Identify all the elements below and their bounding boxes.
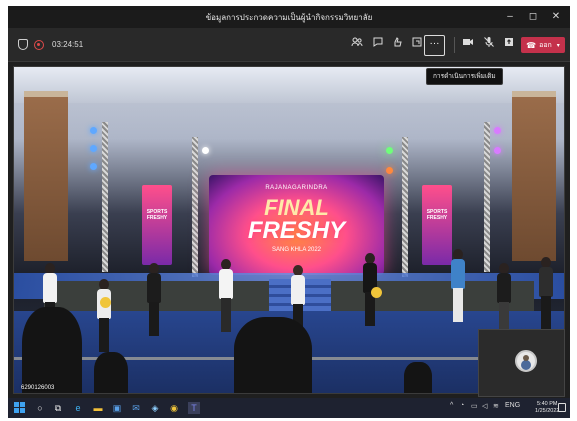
title-bar: ข้อมูลการประกวดความเป็นผู้นำกิจกรรมวิทยา… — [8, 6, 570, 28]
leave-button[interactable]: ☎ ออก ▾ — [521, 37, 565, 53]
performer — [142, 263, 166, 339]
minimize-button[interactable]: – — [501, 9, 519, 25]
window-title: ข้อมูลการประกวดความเป็นผู้นำกิจกรรมวิทยา… — [205, 13, 373, 22]
stage-light — [386, 147, 393, 154]
audience-silhouette — [404, 362, 432, 393]
banner-text: SPORTS FRESHY — [146, 209, 168, 221]
stage-light — [386, 167, 393, 174]
meeting-toolbar: 03:24:51 ··· ☎ ออก ▾ — [8, 28, 570, 62]
screen-subtitle: RAJANAGARINDRA — [265, 185, 328, 191]
maximize-button[interactable]: ◻ — [524, 9, 542, 25]
meeting-timer: 03:24:51 — [52, 40, 84, 49]
audience-silhouette — [234, 317, 312, 393]
performer — [92, 279, 116, 355]
close-button[interactable]: ✕ — [547, 9, 565, 25]
light-truss — [192, 137, 198, 277]
toolbar-divider — [454, 37, 455, 53]
share-icon[interactable] — [500, 36, 518, 54]
task-view-icon[interactable]: ⧉ — [52, 402, 64, 414]
volume-icon[interactable]: ◁ — [482, 402, 487, 410]
left-pillar — [24, 91, 68, 261]
store-icon[interactable]: ▣ — [111, 402, 123, 414]
search-icon[interactable]: ○ — [34, 402, 46, 414]
performer — [492, 263, 516, 339]
ball — [371, 287, 382, 298]
stage-light — [202, 147, 209, 154]
camera-icon[interactable] — [459, 36, 477, 54]
audience-silhouette — [22, 307, 82, 393]
windows-start-icon[interactable] — [14, 402, 26, 414]
file-explorer-icon[interactable]: ▬ — [92, 402, 104, 414]
audience-silhouette — [94, 352, 128, 393]
ball — [100, 297, 111, 308]
chrome-icon[interactable]: ◉ — [168, 402, 180, 414]
stage-light — [494, 127, 501, 134]
taskbar-clock[interactable]: 5:40 PM 1/25/2022 — [535, 401, 559, 415]
presenter-label: 6290126003 — [21, 385, 55, 391]
more-actions-tooltip: การดำเนินการเพิ่มเติม — [426, 68, 503, 85]
clock-time: 5:40 PM — [536, 401, 558, 407]
performer — [534, 257, 558, 333]
stage-light — [494, 147, 501, 154]
stage-light — [90, 145, 97, 152]
notification-icon[interactable] — [558, 403, 566, 412]
recording-icon — [34, 39, 44, 50]
shield-icon — [18, 39, 28, 50]
chat-icon[interactable] — [369, 36, 387, 54]
teams-meeting-window: ข้อมูลการประกวดความเป็นผู้นำกิจกรรมวิทยา… — [8, 6, 570, 418]
meeting-status: 03:24:51 — [18, 39, 83, 50]
left-banner: SPORTS FRESHY — [142, 185, 172, 265]
edge-icon[interactable]: e — [72, 402, 84, 414]
windows-taskbar: ○ ⧉ e ▬ ▣ ✉ ◈ ◉ T ^ ◔ ▭ ◁ ≋ ENG 5:40 PM … — [8, 398, 570, 418]
stage-light — [90, 127, 97, 134]
tray-overflow-icon[interactable]: ^ — [450, 402, 453, 409]
right-pillar — [512, 91, 556, 261]
more-actions-button[interactable]: ··· — [424, 35, 445, 56]
keyboard-language[interactable]: ENG — [505, 402, 520, 409]
clock-date: 1/25/2022 — [535, 408, 560, 414]
stage-light — [90, 163, 97, 170]
teams-icon[interactable]: T — [188, 402, 200, 414]
battery-icon[interactable]: ▭ — [471, 402, 478, 410]
performer — [446, 249, 470, 325]
light-truss — [102, 122, 108, 272]
wifi-icon[interactable]: ≋ — [493, 402, 499, 410]
react-icon[interactable] — [389, 36, 407, 54]
network-icon[interactable]: ◔ — [460, 402, 464, 409]
photos-icon[interactable]: ◈ — [149, 402, 161, 414]
mail-icon[interactable]: ✉ — [130, 402, 142, 414]
hang-up-icon: ☎ — [526, 40, 537, 50]
avatar — [515, 350, 537, 372]
performer — [214, 259, 238, 335]
banner-text: SPORTS FRESHY — [426, 209, 448, 221]
screen-title-freshy: FRESHY — [247, 217, 346, 244]
chevron-down-icon[interactable]: ▾ — [557, 42, 560, 49]
light-truss — [402, 137, 408, 277]
leave-label: ออก — [539, 41, 552, 49]
mic-off-icon[interactable] — [480, 36, 498, 54]
participants-icon[interactable] — [348, 36, 366, 54]
light-truss — [484, 122, 490, 272]
self-video-tile[interactable] — [478, 329, 565, 397]
